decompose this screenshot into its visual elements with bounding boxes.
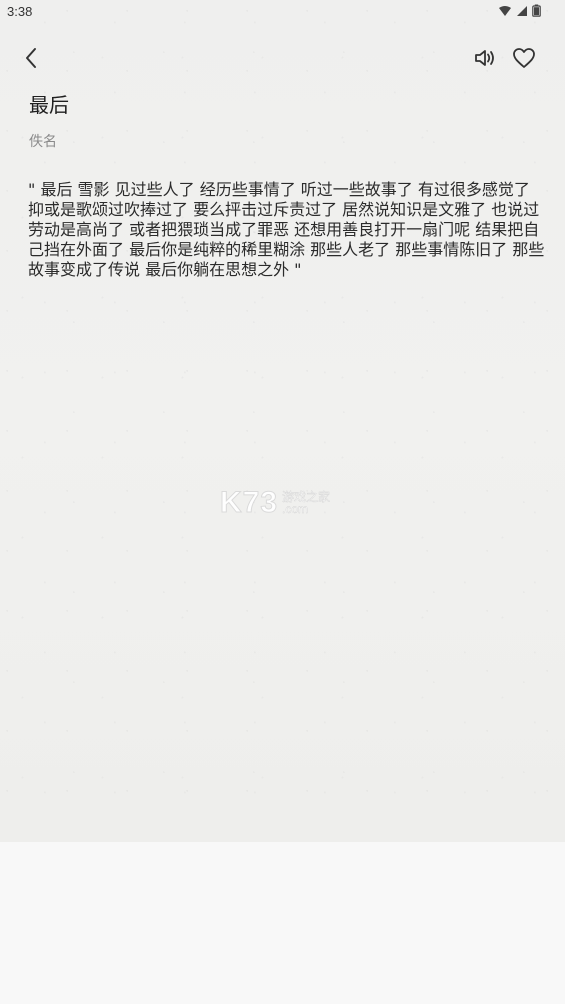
paper-background bbox=[0, 0, 565, 842]
watermark: K73 游戏之家 .com bbox=[219, 485, 350, 521]
audio-button[interactable] bbox=[470, 46, 500, 74]
bottom-blank-area bbox=[0, 842, 565, 1004]
watermark-side: 游戏之家 .com bbox=[282, 491, 330, 515]
poem-author: 佚名 bbox=[29, 134, 57, 150]
signal-icon bbox=[516, 5, 528, 17]
back-button[interactable] bbox=[18, 46, 46, 74]
wifi-icon bbox=[498, 5, 512, 17]
status-icons bbox=[498, 4, 541, 17]
status-bar: 3:38 bbox=[0, 0, 565, 24]
speaker-icon bbox=[472, 46, 498, 74]
poem-title: 最后 bbox=[29, 93, 69, 117]
heart-icon bbox=[512, 47, 536, 73]
poem-body: " 最后 雪影 见过些人了 经历些事情了 听过一些故事了 有过很多感觉了 抑或是… bbox=[28, 180, 545, 279]
watermark-en: .com bbox=[282, 502, 309, 516]
favorite-button[interactable] bbox=[509, 46, 539, 74]
battery-icon bbox=[532, 4, 541, 17]
status-time: 3:38 bbox=[7, 4, 33, 19]
watermark-logo: K73 bbox=[219, 486, 279, 520]
chevron-left-icon bbox=[24, 47, 40, 73]
